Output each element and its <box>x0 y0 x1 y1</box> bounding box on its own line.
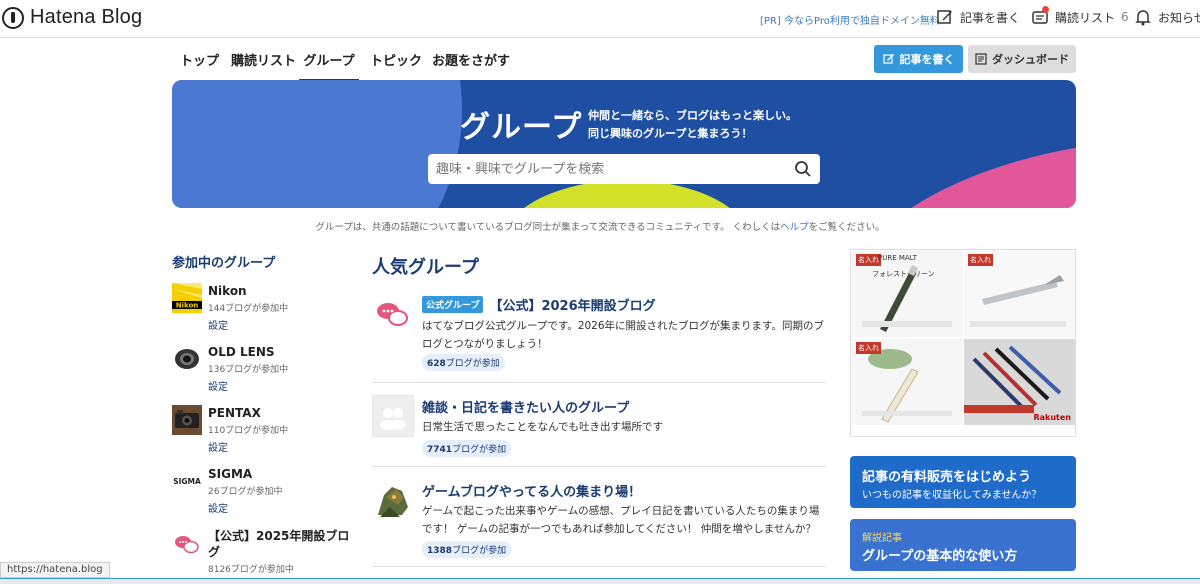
popular-group-desc: ゲームで起こった出来事やゲームの感想、プレイ日記を書いている人たちの集まり場です… <box>422 505 820 535</box>
joined-groups-title: 参加中のグループ <box>172 256 276 271</box>
tab-groups[interactable]: グループ <box>299 50 359 82</box>
rakuten-logo: Rakuten <box>1033 413 1071 422</box>
header-subscribe-label: 購読リスト <box>1055 10 1116 25</box>
joined-group-setting-link[interactable]: 設定 <box>208 439 228 454</box>
pr-link[interactable]: [PR] 今ならPro利用で独自ドメイン無料 <box>760 12 940 27</box>
svg-text:SIGMA: SIGMA <box>173 477 201 486</box>
joined-group-count: 110ブログが参加中 <box>208 426 289 436</box>
pencil-edit-icon <box>937 10 952 24</box>
joined-group-count: 26ブログが参加中 <box>208 487 283 497</box>
popular-group-title: 公式グループ 【公式】2026年開設ブログ <box>422 295 656 314</box>
joined-group-name[interactable]: 【公式】2025年開設ブログ <box>208 528 352 560</box>
description-text: グループは、共通の話題について書いているブログ同士が集まって交流できるコミュニテ… <box>315 222 781 233</box>
popular-groups-title: 人気グループ <box>372 257 479 278</box>
official-group-badge: 公式グループ <box>422 296 484 313</box>
default-group-avatar-icon <box>372 395 414 437</box>
joined-group-name[interactable]: PENTAX <box>208 405 261 421</box>
svg-text:Nikon: Nikon <box>176 302 199 310</box>
dashboard-button[interactable]: ダッシュボード <box>968 45 1076 73</box>
search-icon[interactable] <box>794 160 812 178</box>
joined-group-name[interactable]: OLD LENS <box>208 344 275 360</box>
joined-group-setting-link[interactable]: 設定 <box>208 378 228 393</box>
logo-text: Hatena Blog <box>30 6 143 28</box>
dashboard-icon <box>975 53 987 65</box>
hero-tagline: 同じ興味のグループと集まろう！ <box>588 127 753 140</box>
pencil-edit-icon <box>882 54 894 64</box>
dashboard-label: ダッシュボード <box>992 53 1069 66</box>
group-search-box <box>428 154 820 184</box>
ad-product[interactable]: 名入れ PURE MALT フォレストグリーン <box>852 251 963 337</box>
ad-label: 名入れ <box>968 254 993 266</box>
popular-group-name[interactable]: ゲームブログやってる人の集まり場！ <box>422 481 641 500</box>
popular-group-count: 628ブログが参加 <box>422 354 505 371</box>
chat-bubbles-icon <box>372 293 414 335</box>
browser-status-url: https://hatena.blog <box>0 562 110 578</box>
tab-top[interactable]: トップ <box>180 50 219 69</box>
header-subscribe-link[interactable]: 購読リスト 6 <box>1031 6 1129 26</box>
ad-product[interactable]: Rakuten <box>964 339 1075 425</box>
joined-group-count: 136ブログが参加中 <box>208 365 289 375</box>
tab-find-themes[interactable]: お題をさがす <box>432 50 510 69</box>
tab-subscriptions[interactable]: 購読リスト <box>231 50 296 69</box>
banner-title: 記事の有料販売をはじめよう <box>862 470 1032 485</box>
chat-bubbles-icon[interactable] <box>172 530 202 560</box>
joined-group-setting-link[interactable]: 設定 <box>208 500 228 515</box>
ad-product[interactable]: 名入れ <box>852 339 963 425</box>
browser-bottom-edge <box>0 578 1200 584</box>
description-text-end: をご覧ください。 <box>808 222 885 233</box>
joined-group-name[interactable]: Nikon <box>208 283 247 299</box>
notification-dot <box>1042 6 1049 13</box>
advertisement[interactable]: ▷✕ 名入れ PURE MALT フォレストグリーン 名入れ 名入れ Rakut… <box>850 249 1076 437</box>
hero-decoration <box>502 180 752 208</box>
top-bar: Hatena Blog [PR] 今ならPro利用で独自ドメイン無料 記事を書く… <box>0 0 1200 38</box>
help-link[interactable]: ヘルプ <box>780 222 809 233</box>
paid-articles-banner[interactable]: 記事の有料販売をはじめよう いつもの記事を収益化してみませんか？ <box>850 456 1076 508</box>
pen-product-icon <box>862 265 952 332</box>
hero-decoration <box>849 108 1076 208</box>
group-guide-banner[interactable]: 解説記事 グループの基本的な使い方 <box>850 519 1076 571</box>
hero-decoration <box>172 80 462 208</box>
joined-group-count: 8126ブログが参加中 <box>208 565 294 575</box>
banner-title: グループの基本的な使い方 <box>862 549 1018 564</box>
popular-group-item[interactable]: ゲームブログやってる人の集まり場！ ゲームで起こった出来事やゲームの感想、プレイ… <box>372 467 826 567</box>
header-write-link[interactable]: 記事を書く <box>936 8 1020 26</box>
popular-group-item[interactable]: 公式グループ 【公式】2026年開設ブログ はてなブログ公式グループです。2026… <box>372 285 826 383</box>
camera-photo-icon[interactable] <box>172 405 202 435</box>
ad-label: 名入れ <box>856 342 881 354</box>
hero-title: グループ <box>460 110 583 145</box>
camera-lens-icon[interactable] <box>172 344 202 374</box>
write-article-label: 記事を書く <box>899 53 955 66</box>
group-search-input[interactable] <box>436 161 794 177</box>
groups-hero: グループ 仲間と一緒なら、ブログはもっと楽しい。 同じ興味のグループと集まろう！ <box>172 80 1076 208</box>
ad-product[interactable]: 名入れ <box>964 251 1075 337</box>
popular-group-desc: はてなブログ公式グループです。2026年に開設されたブログが集まります。同期のブ… <box>422 320 824 350</box>
banner-label: 解説記事 <box>862 533 902 544</box>
header-notify-label: お知らせ <box>1158 10 1200 25</box>
tab-topics[interactable]: トピック <box>370 50 422 69</box>
sigma-logo-icon[interactable]: SIGMA <box>172 466 202 496</box>
joined-group-name[interactable]: SIGMA <box>208 466 252 482</box>
bell-icon <box>1135 10 1151 26</box>
popular-group-count: 7741ブログが参加 <box>422 440 512 457</box>
logo[interactable]: Hatena Blog <box>2 6 142 29</box>
joined-group-count: 144ブログが参加中 <box>208 304 289 314</box>
groups-description: グループは、共通の話題について書いているブログ同士が集まって交流できるコミュニテ… <box>0 219 1200 233</box>
popular-group-item[interactable]: 雑談・日記を書きたい人のグループ 日常生活で思ったことをなんでも吐き出す場所です… <box>372 383 826 467</box>
hero-tagline: 仲間と一緒なら、ブログはもっと楽しい。 <box>588 109 797 122</box>
write-article-button[interactable]: 記事を書く <box>874 45 963 73</box>
nikon-logo-icon[interactable]: Nikon <box>172 283 202 313</box>
hatena-logo-icon <box>2 6 24 29</box>
header-notify-link[interactable]: お知らせ <box>1134 8 1200 26</box>
subscribe-count: 6 <box>1121 10 1129 24</box>
game-monster-icon <box>372 479 414 521</box>
popular-group-name[interactable]: 雑談・日記を書きたい人のグループ <box>422 397 629 416</box>
popular-group-count: 1388ブログが参加 <box>422 541 512 558</box>
joined-group-setting-link[interactable]: 設定 <box>208 317 228 332</box>
banner-subtitle: いつもの記事を収益化してみませんか？ <box>862 490 1042 501</box>
header-write-label: 記事を書く <box>960 10 1021 25</box>
popular-group-name[interactable]: 【公式】2026年開設ブログ <box>489 299 655 314</box>
popular-group-desc: 日常生活で思ったことをなんでも吐き出す場所です <box>422 421 663 433</box>
